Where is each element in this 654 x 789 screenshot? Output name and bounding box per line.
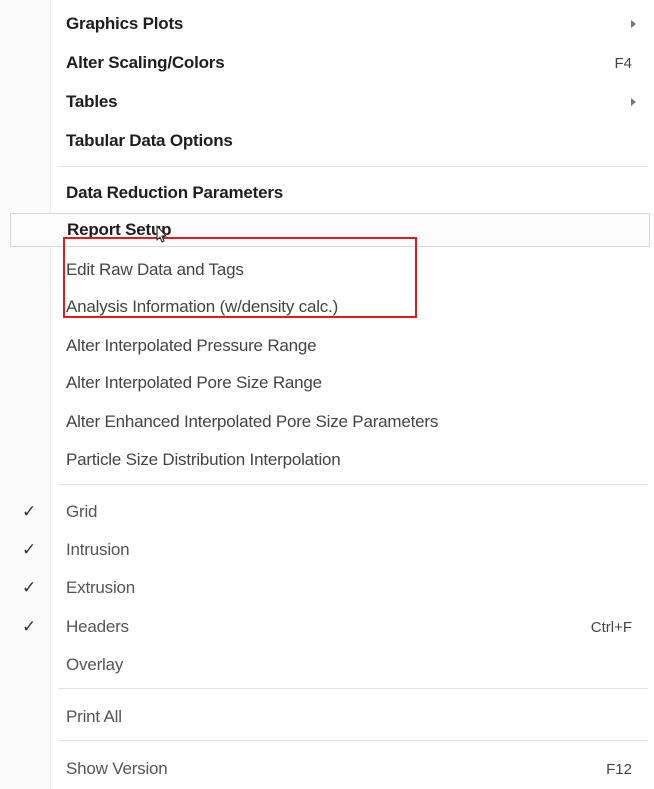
menu-item-edit-raw-data-and-tags[interactable]: Edit Raw Data and Tags [0,253,654,287]
menu-item-alter-enhanced-interpolated-pore-size-parameters[interactable]: Alter Enhanced Interpolated Pore Size Pa… [0,405,654,439]
menu-item-extrusion[interactable]: ✓ Extrusion [0,571,654,605]
arrow-cursor-icon [156,225,167,243]
submenu-arrow-icon [631,20,636,28]
menu-item-label: Headers [66,617,129,636]
menu-item-shortcut: F12 [606,760,632,778]
context-menu: Graphics Plots Alter Scaling/Colors F4 T… [0,0,654,789]
submenu-arrow-icon [631,98,636,106]
menu-item-label: Show Version [66,759,168,778]
menu-item-label: Tables [66,92,118,111]
menu-item-label: Data Reduction Parameters [66,183,284,202]
menu-item-alter-scaling-colors[interactable]: Alter Scaling/Colors F4 [0,46,654,80]
menu-item-overlay[interactable]: Overlay [0,648,654,682]
menu-item-label: Grid [66,502,98,521]
menu-item-label: Alter Scaling/Colors [66,53,225,72]
menu-item-label: Overlay [66,655,124,674]
menu-item-print-all[interactable]: Print All [0,700,654,734]
menu-item-label: Intrusion [66,540,130,559]
menu-item-label: Alter Interpolated Pore Size Range [66,373,322,392]
menu-item-shortcut: F4 [614,54,632,72]
checkmark-icon: ✓ [22,540,37,559]
menu-item-report-setup[interactable]: Report Setup [10,213,650,247]
menu-item-data-reduction-parameters[interactable]: Data Reduction Parameters [0,176,654,210]
checkmark-icon: ✓ [22,617,37,636]
menu-item-headers[interactable]: ✓ Headers Ctrl+F [0,610,654,644]
menu-item-tables[interactable]: Tables [0,85,654,119]
menu-item-graphics-plots[interactable]: Graphics Plots [0,7,654,41]
menu-separator [58,688,648,689]
menu-item-label: Tabular Data Options [66,131,233,150]
checkmark-icon: ✓ [22,578,37,597]
menu-item-grid[interactable]: ✓ Grid [0,495,654,529]
menu-separator [58,166,648,167]
menu-item-label: Alter Interpolated Pressure Range [66,336,317,355]
menu-item-analysis-information[interactable]: Analysis Information (w/density calc.) [0,290,654,324]
menu-item-alter-interpolated-pressure-range[interactable]: Alter Interpolated Pressure Range [0,329,654,363]
checkmark-icon: ✓ [22,502,37,521]
menu-item-label: Particle Size Distribution Interpolation [66,450,341,469]
menu-item-label: Alter Enhanced Interpolated Pore Size Pa… [66,412,439,431]
menu-item-particle-size-distribution-interpolation[interactable]: Particle Size Distribution Interpolation [0,443,654,477]
menu-item-tabular-data-options[interactable]: Tabular Data Options [0,124,654,158]
menu-item-shortcut: Ctrl+F [590,618,632,636]
menu-item-label: Graphics Plots [66,14,184,33]
menu-item-alter-interpolated-pore-size-range[interactable]: Alter Interpolated Pore Size Range [0,366,654,400]
menu-item-show-version[interactable]: Show Version F12 [0,752,654,786]
menu-item-label: Edit Raw Data and Tags [66,260,244,279]
menu-item-label: Print All [66,707,122,726]
menu-separator [58,484,648,485]
menu-item-label: Extrusion [66,578,136,597]
menu-item-intrusion[interactable]: ✓ Intrusion [0,533,654,567]
menu-separator [58,740,648,741]
menu-item-label: Analysis Information (w/density calc.) [66,297,339,316]
